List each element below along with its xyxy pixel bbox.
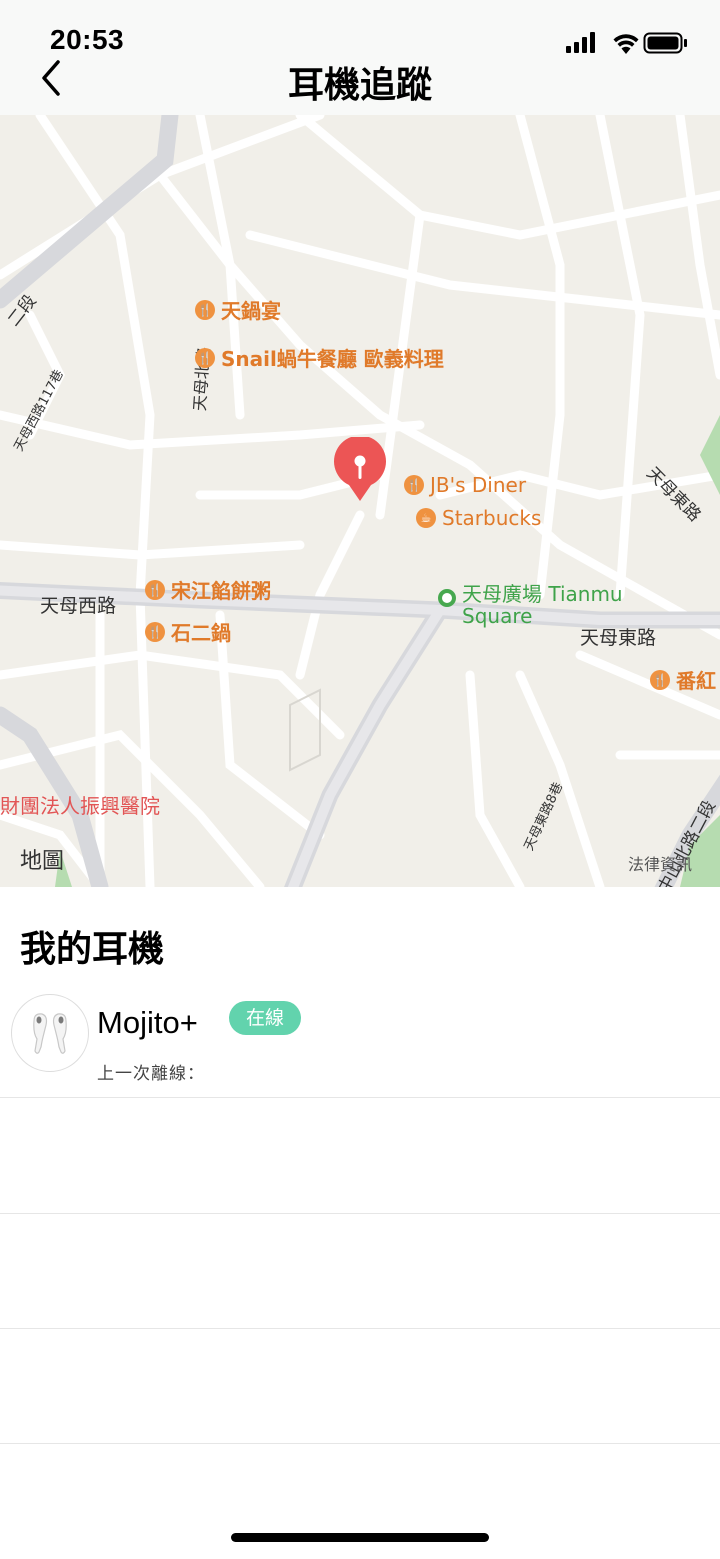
wifi-icon — [613, 34, 639, 54]
earbuds-icon — [33, 1013, 67, 1054]
earbud-location-pin-icon — [334, 435, 386, 501]
status-bar: 20:53 — [0, 0, 720, 60]
empty-list-row — [0, 1213, 720, 1329]
street-label: 天母西路 — [40, 595, 117, 617]
empty-list-row — [0, 1098, 720, 1214]
poi-park[interactable]: 天母廣場 Tianmu Square — [438, 583, 623, 627]
street-label: 天母東路 — [580, 627, 657, 649]
fork-knife-icon: 🍴 — [195, 347, 215, 368]
poi-restaurant[interactable]: 🍴 天鍋宴 — [195, 295, 281, 324]
battery-icon — [643, 32, 687, 54]
coffee-cup-icon: ☕ — [416, 508, 436, 528]
poi-restaurant[interactable]: 🍴 JB's Diner — [404, 473, 526, 497]
fork-knife-icon: 🍴 — [650, 669, 670, 690]
status-time: 20:53 — [50, 24, 125, 55]
map-view[interactable]: 天母西路 天母東路 天母北路 天母西路117巷 天母東路8巷 天母東路 二段 中… — [0, 115, 720, 887]
section-title: 我的耳機 — [20, 929, 165, 970]
device-name: Mojito+ — [97, 1005, 198, 1040]
device-list-item[interactable]: Mojito+ 在線 上一次離線： — [0, 985, 720, 1098]
poi-restaurant[interactable]: 🍴 番紅 — [650, 665, 716, 694]
earbud-location-pin[interactable] — [333, 435, 387, 503]
poi-cafe[interactable]: ☕ Starbucks — [416, 506, 541, 530]
maps-logo: 地圖 — [20, 849, 65, 874]
empty-list-row — [0, 1328, 720, 1444]
cellular-signal-icon — [566, 32, 595, 53]
legal-link[interactable]: 法律資訊 — [628, 851, 692, 875]
fork-knife-icon: 🍴 — [404, 475, 424, 495]
navigation-bar: 耳機追蹤 — [0, 60, 720, 115]
fork-knife-icon: 🍴 — [145, 621, 165, 642]
poi-restaurant[interactable]: 🍴 Snail蝸牛餐廳 歐義料理 — [195, 343, 444, 372]
status-badge: 在線 — [229, 1001, 301, 1035]
poi-restaurant[interactable]: 🍴 宋江餡餅粥 — [145, 575, 271, 604]
device-avatar — [11, 994, 89, 1072]
park-marker-icon — [438, 589, 456, 607]
fork-knife-icon: 🍴 — [145, 579, 165, 600]
last-offline-label: 上一次離線： — [97, 1064, 205, 1084]
poi-hospital[interactable]: 財團法人振興醫院 — [0, 790, 160, 819]
poi-restaurant[interactable]: 🍴 石二鍋 — [145, 617, 231, 646]
home-indicator[interactable] — [231, 1533, 489, 1542]
fork-knife-icon: 🍴 — [195, 299, 215, 320]
page-title: 耳機追蹤 — [287, 65, 432, 106]
